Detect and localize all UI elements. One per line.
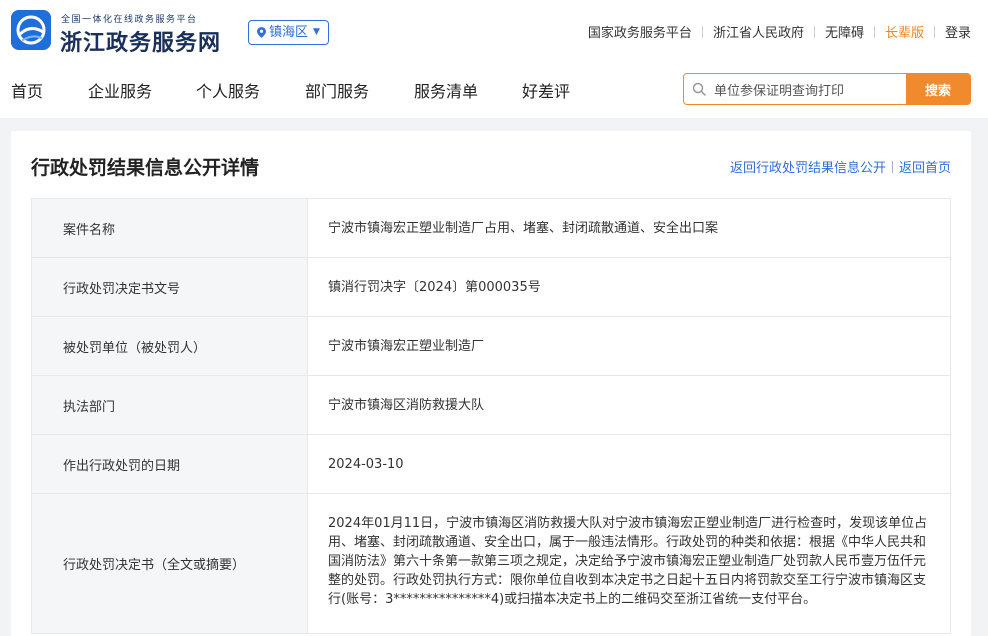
divider <box>873 25 875 38</box>
breadcrumb: 返回行政处罚结果信息公开 返回首页 <box>730 157 951 176</box>
nav-item-personal[interactable]: 个人服务 <box>196 78 260 102</box>
region-selector[interactable]: 镇海区 ▼ <box>248 20 329 45</box>
location-pin-icon <box>257 27 266 38</box>
site-header: 全国一体化在线政务服务平台 浙江政务服务网 镇海区 ▼ 国家政务服务平台 浙江省… <box>0 0 988 118</box>
row-value: 2024-03-10 <box>308 435 951 493</box>
link-accessibility[interactable]: 无障碍 <box>825 22 864 41</box>
nav-item-rating[interactable]: 好差评 <box>522 78 570 102</box>
link-elder-version[interactable]: 长辈版 <box>885 22 924 41</box>
nav-item-service-list[interactable]: 服务清单 <box>414 78 478 102</box>
divider <box>933 25 935 38</box>
detail-table: 案件名称 宁波市镇海宏正塑业制造厂占用、堵塞、封闭疏散通道、安全出口案 行政处罚… <box>31 198 951 634</box>
row-value: 宁波市镇海宏正塑业制造厂 <box>308 317 951 375</box>
row-label: 被处罚单位（被处罚人） <box>32 317 308 375</box>
row-label: 执法部门 <box>32 376 308 434</box>
search-button[interactable]: 搜索 <box>906 74 970 104</box>
nav-item-enterprise[interactable]: 企业服务 <box>88 78 152 102</box>
row-value: 宁波市镇海宏正塑业制造厂占用、堵塞、封闭疏散通道、安全出口案 <box>308 199 951 257</box>
top-links: 国家政务服务平台 浙江省人民政府 无障碍 长辈版 登录 <box>588 22 971 41</box>
zhejiang-gov-logo-icon[interactable] <box>11 10 51 50</box>
brand-tagline: 全国一体化在线政务服务平台 <box>61 15 198 25</box>
table-row: 被处罚单位（被处罚人） 宁波市镇海宏正塑业制造厂 <box>32 317 951 376</box>
row-value: 宁波市镇海区消防救援大队 <box>308 376 951 434</box>
table-row: 作出行政处罚的日期 2024-03-10 <box>32 435 951 494</box>
link-national-platform[interactable]: 国家政务服务平台 <box>588 22 692 41</box>
row-label: 作出行政处罚的日期 <box>32 435 308 493</box>
divider <box>701 25 703 38</box>
table-row: 行政处罚决定书（全文或摘要） 2024年01月11日，宁波市镇海区消防救援大队对… <box>32 494 951 634</box>
back-to-list-link[interactable]: 返回行政处罚结果信息公开 <box>730 157 886 176</box>
row-label: 案件名称 <box>32 199 308 257</box>
region-label: 镇海区 <box>269 25 309 40</box>
search-box: 搜索 <box>683 73 971 105</box>
detail-card: 行政处罚结果信息公开详情 返回行政处罚结果信息公开 返回首页 案件名称 宁波市镇… <box>11 131 971 636</box>
link-login[interactable]: 登录 <box>945 22 971 41</box>
nav-item-department[interactable]: 部门服务 <box>305 78 369 102</box>
page-title: 行政处罚结果信息公开详情 <box>31 157 260 179</box>
row-value: 镇消行罚决字〔2024〕第000035号 <box>308 258 951 316</box>
divider <box>891 160 893 173</box>
link-zhejiang-government[interactable]: 浙江省人民政府 <box>713 22 804 41</box>
table-row: 执法部门 宁波市镇海区消防救援大队 <box>32 376 951 435</box>
caret-down-icon: ▼ <box>313 27 320 37</box>
row-label: 行政处罚决定书（全文或摘要） <box>32 494 308 633</box>
table-row: 案件名称 宁波市镇海宏正塑业制造厂占用、堵塞、封闭疏散通道、安全出口案 <box>32 199 951 258</box>
row-label: 行政处罚决定书文号 <box>32 258 308 316</box>
nav-item-home[interactable]: 首页 <box>11 78 43 102</box>
search-icon <box>684 74 714 104</box>
table-row: 行政处罚决定书文号 镇消行罚决字〔2024〕第000035号 <box>32 258 951 317</box>
search-input[interactable] <box>714 74 906 104</box>
divider <box>813 25 815 38</box>
back-to-home-link[interactable]: 返回首页 <box>899 157 951 176</box>
row-value: 2024年01月11日，宁波市镇海区消防救援大队对宁波市镇海宏正塑业制造厂进行检… <box>308 494 951 633</box>
brand-name[interactable]: 浙江政务服务网 <box>60 25 221 57</box>
